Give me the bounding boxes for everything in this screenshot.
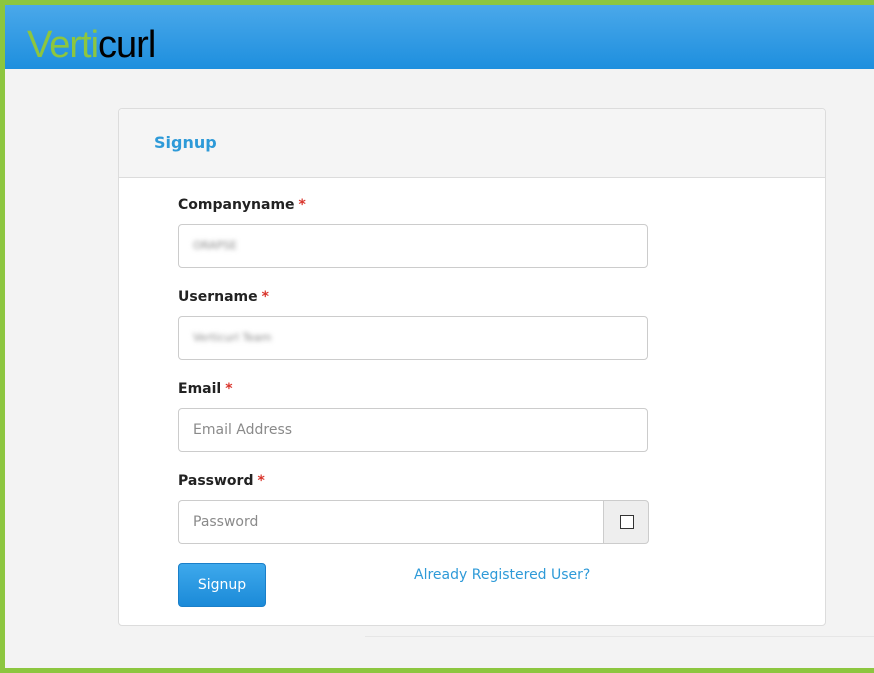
divider bbox=[365, 636, 874, 637]
companyname-label: Companyname * bbox=[178, 197, 306, 213]
signup-button[interactable]: Signup bbox=[178, 563, 266, 607]
logo-part-verti: Verti bbox=[27, 24, 99, 66]
show-password-toggle[interactable] bbox=[603, 500, 649, 544]
companyname-label-text: Companyname bbox=[178, 197, 295, 213]
logo-part-curl: curl bbox=[98, 24, 156, 66]
email-label-text: Email bbox=[178, 381, 222, 397]
password-field[interactable] bbox=[178, 500, 603, 544]
password-group bbox=[178, 500, 649, 544]
companyname-input[interactable]: ORAPSE bbox=[178, 224, 648, 268]
email-field[interactable] bbox=[178, 408, 648, 452]
top-header-bar: Verticurl bbox=[5, 5, 874, 69]
username-value: Verticurl Team bbox=[193, 331, 272, 344]
panel-title: Signup bbox=[154, 133, 217, 152]
required-marker: * bbox=[225, 381, 233, 397]
required-marker: * bbox=[298, 197, 306, 213]
password-label-text: Password bbox=[178, 473, 254, 489]
companyname-value: ORAPSE bbox=[193, 239, 237, 252]
email-label: Email * bbox=[178, 381, 233, 397]
signup-panel: Signup Companyname * ORAPSE Username * Ver… bbox=[118, 108, 826, 626]
show-password-checkbox[interactable] bbox=[620, 515, 634, 529]
required-marker: * bbox=[261, 289, 269, 305]
username-label: Username * bbox=[178, 289, 269, 305]
verticurl-logo[interactable]: Verticurl bbox=[27, 23, 156, 67]
password-label: Password * bbox=[178, 473, 265, 489]
username-label-text: Username bbox=[178, 289, 258, 305]
required-marker: * bbox=[257, 473, 265, 489]
username-input[interactable]: Verticurl Team bbox=[178, 316, 648, 360]
already-registered-link[interactable]: Already Registered User? bbox=[414, 567, 590, 583]
panel-header: Signup bbox=[119, 109, 825, 178]
